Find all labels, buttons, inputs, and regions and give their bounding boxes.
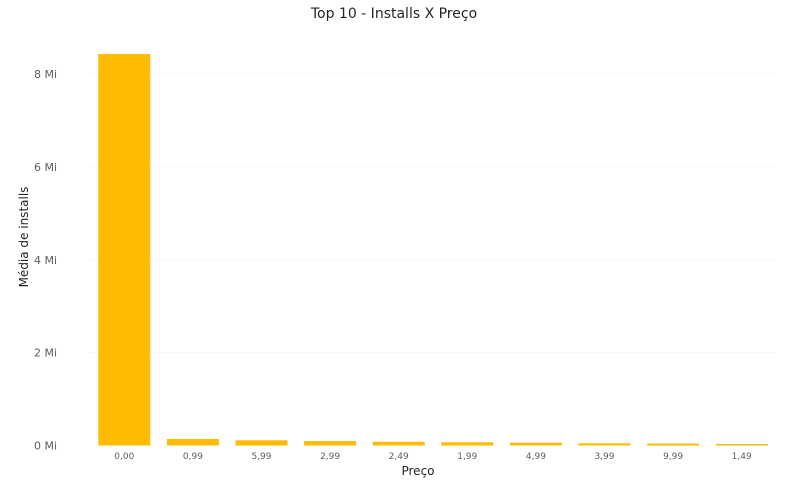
x-axis-ticks: 0,00 0,99 5,99 2,99 2,49 1,99 4,99 3,99 9,99 1,49: [114, 452, 752, 462]
x-tick-label: 4,99: [526, 452, 546, 462]
bar-0-99[interactable]: [166, 438, 219, 446]
y-tick-label: 6 Mi: [34, 161, 57, 174]
y-axis-title: Média de installs: [17, 187, 31, 288]
x-axis-title: Preço: [401, 464, 434, 478]
x-tick-label: 3,99: [594, 452, 614, 462]
y-tick-label: 2 Mi: [34, 347, 57, 360]
x-tick-label: 1,99: [457, 452, 477, 462]
bar-2-99[interactable]: [304, 441, 357, 446]
bar-2-49[interactable]: [372, 441, 425, 446]
bar-9-99[interactable]: [647, 443, 700, 446]
x-tick-label: 2,49: [389, 452, 409, 462]
chart-container: Top 10 - Installs X Preço Média de insta…: [0, 0, 804, 482]
x-tick-label: 1,49: [732, 452, 752, 462]
bar-4-99[interactable]: [509, 442, 562, 446]
y-tick-label: 8 Mi: [34, 68, 57, 81]
bar-1-49[interactable]: [715, 444, 768, 446]
x-tick-label: 0,00: [114, 452, 134, 462]
x-tick-label: 9,99: [663, 452, 683, 462]
bar-5-99[interactable]: [235, 440, 288, 446]
bars: [98, 54, 768, 446]
gridlines: [90, 73, 776, 354]
x-tick-label: 5,99: [251, 452, 271, 462]
y-tick-label: 0 Mi: [34, 440, 57, 453]
bar-0-00[interactable]: [98, 54, 151, 446]
y-tick-label: 4 Mi: [34, 254, 57, 267]
bar-3-99[interactable]: [578, 443, 631, 446]
chart-title: Top 10 - Installs X Preço: [310, 6, 477, 22]
bar-1-99[interactable]: [441, 442, 494, 446]
bar-chart: Top 10 - Installs X Preço Média de insta…: [17, 6, 776, 478]
x-tick-label: 2,99: [320, 452, 340, 462]
y-axis-ticks: 0 Mi 2 Mi 4 Mi 6 Mi 8 Mi: [34, 68, 57, 453]
x-tick-label: 0,99: [183, 452, 203, 462]
